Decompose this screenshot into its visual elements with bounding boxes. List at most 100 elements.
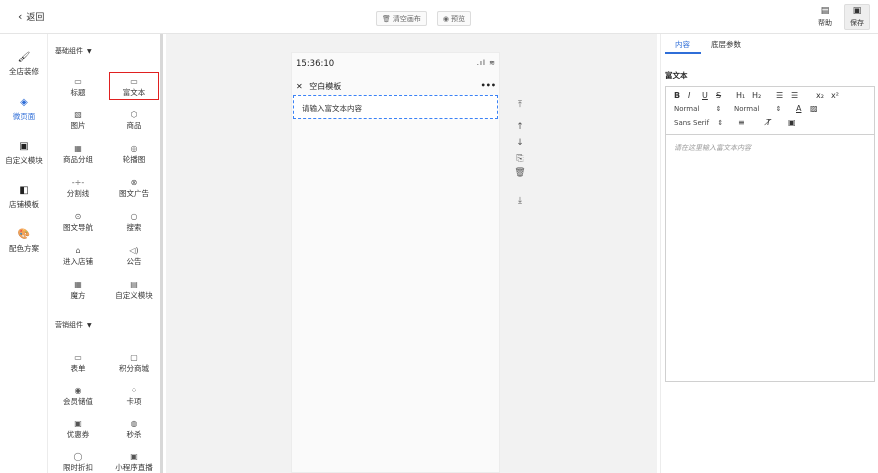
- comp-goods[interactable]: ⬡ 商品: [109, 109, 159, 133]
- divider-icon: -÷-: [71, 178, 85, 187]
- speaker-icon: ◁): [129, 246, 139, 255]
- clear-canvas-label: 清空画布: [392, 14, 421, 23]
- properties-panel: 内容 底层参数 富文本 B I U S H₁ H₂ ☰ ☰ x₂ x² Norm…: [660, 34, 878, 473]
- comp-card[interactable]: ⁘ 卡项: [109, 385, 159, 409]
- strike-button[interactable]: S: [716, 91, 721, 101]
- font-color-icon[interactable]: A: [796, 104, 801, 114]
- comp-label: 表单: [70, 364, 86, 373]
- comp-label: 小程序直播: [115, 463, 153, 472]
- help-button[interactable]: ▤ 帮助: [812, 4, 838, 30]
- title-icon: ▭: [74, 77, 82, 86]
- mall-icon: ▢: [130, 353, 138, 362]
- cube-icon: ⬡: [130, 110, 138, 119]
- nav-label: 自定义模块: [5, 156, 43, 165]
- delete-icon[interactable]: 🗑: [514, 168, 526, 178]
- comp-label: 图文广告: [119, 189, 149, 198]
- nav-item-color-scheme[interactable]: 🎨 配色方案: [0, 229, 48, 254]
- form-icon: ▭: [74, 353, 82, 362]
- italic-button[interactable]: I: [688, 91, 690, 101]
- editor-placeholder[interactable]: 请在这里输入富文本内容: [674, 143, 751, 153]
- module-icon: ▤: [130, 280, 138, 289]
- superscript-button[interactable]: x²: [831, 91, 839, 101]
- align-icon[interactable]: ≡: [738, 118, 745, 128]
- move-to-bottom-icon[interactable]: ⤓: [514, 196, 526, 206]
- canvas-actions: 🗑 清空画布 ◉ 预览: [376, 11, 471, 26]
- eye-icon: ◉: [442, 14, 449, 23]
- comp-form[interactable]: ▭ 表单: [53, 352, 103, 376]
- comp-notice[interactable]: ◁) 公告: [109, 245, 159, 269]
- comp-label: 富文本: [122, 88, 146, 97]
- ordered-list-icon[interactable]: ☰: [776, 91, 783, 101]
- comp-custom-module[interactable]: ▤ 自定义模块: [109, 279, 159, 303]
- page-title: 空白模板: [309, 82, 342, 91]
- background-color-icon[interactable]: ▨: [810, 104, 818, 114]
- comp-goods-group[interactable]: ▦ 商品分组: [53, 143, 103, 167]
- rich-text-block[interactable]: 请输入富文本内容: [293, 95, 498, 119]
- more-icon[interactable]: •••: [481, 81, 496, 92]
- store-icon: ⌂: [75, 246, 81, 255]
- comp-member-topup[interactable]: ◉ 会员储值: [53, 385, 103, 409]
- move-to-top-icon[interactable]: ⤒: [514, 100, 526, 110]
- comp-image-nav[interactable]: ⊙ 图文导航: [53, 211, 103, 235]
- tab-content[interactable]: 内容: [675, 39, 690, 50]
- comp-carousel[interactable]: ◎ 轮播图: [109, 143, 159, 167]
- phone-preview: 15:36:10 .ıl ≋ ✕ 空白模板 ••• 请输入富文本内容: [291, 52, 500, 473]
- comp-search[interactable]: ○ 搜索: [109, 211, 159, 235]
- editor-toolbar: B I U S H₁ H₂ ☰ ☰ x₂ x² Normal ⇕ Normal …: [666, 87, 874, 135]
- font-select[interactable]: Sans Serif ⇕: [674, 118, 723, 128]
- bold-button[interactable]: B: [674, 91, 680, 101]
- comp-coupon[interactable]: ▣ 优惠券: [53, 418, 103, 442]
- comp-image[interactable]: ▧ 图片: [53, 109, 103, 133]
- comp-points-mall[interactable]: ▢ 积分商城: [109, 352, 159, 376]
- h2-button[interactable]: H₂: [752, 91, 761, 101]
- preview-button[interactable]: ◉ 预览: [436, 11, 471, 26]
- comp-title[interactable]: ▭ 标题: [53, 76, 103, 100]
- tab-layer-params[interactable]: 底层参数: [711, 39, 741, 50]
- help-label: 帮助: [818, 18, 832, 27]
- comp-image-ad[interactable]: ⊗ 图文广告: [109, 177, 159, 201]
- comp-magic-cube[interactable]: ▦ 魔方: [53, 279, 103, 303]
- phone-header: ✕ 空白模板 •••: [296, 81, 496, 92]
- nav-item-store-decoration[interactable]: 🖌 全店装修: [0, 52, 48, 77]
- header-select[interactable]: Normal ⇕: [734, 104, 781, 114]
- comp-flash-sale[interactable]: ◍ 秒杀: [109, 418, 159, 442]
- close-icon[interactable]: ✕: [296, 82, 303, 91]
- marketing-components-header[interactable]: 营销组件 ▼: [55, 320, 92, 330]
- nav-item-micro-page[interactable]: ◈ 微页面: [0, 97, 48, 122]
- bullet-list-icon[interactable]: ☰: [791, 91, 798, 101]
- save-button[interactable]: ▣ 保存: [844, 4, 870, 30]
- move-down-icon[interactable]: ↓: [514, 138, 526, 148]
- nav-label: 店铺模板: [9, 200, 39, 209]
- header-value: Normal: [734, 105, 760, 113]
- comp-mini-live[interactable]: ▣ 小程序直播: [106, 451, 160, 473]
- section-label: 富文本: [665, 71, 688, 80]
- basic-components-header[interactable]: 基础组件 ▼: [55, 46, 92, 56]
- nav-item-custom-module[interactable]: ▣ 自定义模块: [0, 141, 48, 166]
- clear-canvas-button[interactable]: 🗑 清空画布: [376, 11, 427, 26]
- underline-button[interactable]: U: [702, 91, 708, 101]
- size-select[interactable]: Normal ⇕: [674, 104, 721, 114]
- section-title: 营销组件: [55, 321, 83, 329]
- search-icon: ○: [130, 212, 138, 221]
- trash-icon: 🗑: [382, 14, 391, 23]
- back-button[interactable]: ‹ 返回: [18, 10, 44, 23]
- nav-item-store-template[interactable]: ◧ 店铺模板: [0, 185, 48, 210]
- comp-enter-store[interactable]: ⌂ 进入店铺: [53, 245, 103, 269]
- carousel-icon: ◎: [130, 144, 138, 153]
- comp-rich-text[interactable]: ▭ 富文本: [109, 72, 159, 100]
- caret-down-icon: ▼: [87, 321, 92, 329]
- canvas-area: 15:36:10 .ıl ≋ ✕ 空白模板 ••• 请输入富文本内容 ⤒ ↑ ↓…: [166, 34, 657, 473]
- comp-label: 进入店铺: [63, 257, 93, 266]
- h1-button[interactable]: H₁: [736, 91, 745, 101]
- insert-image-icon[interactable]: ▣: [788, 118, 796, 128]
- comp-label: 标题: [70, 88, 86, 97]
- comp-label: 会员储值: [63, 397, 93, 406]
- move-up-icon[interactable]: ↑: [514, 122, 526, 132]
- back-label: 返回: [26, 13, 45, 23]
- clear-format-icon[interactable]: T̸: [766, 118, 771, 128]
- comp-divider[interactable]: -÷- 分割线: [53, 177, 103, 201]
- chevron-left-icon: ‹: [18, 10, 23, 23]
- comp-limited-discount[interactable]: ◯ 限时折扣: [53, 451, 103, 473]
- subscript-button[interactable]: x₂: [816, 91, 824, 101]
- copy-icon[interactable]: ⎘: [514, 154, 526, 164]
